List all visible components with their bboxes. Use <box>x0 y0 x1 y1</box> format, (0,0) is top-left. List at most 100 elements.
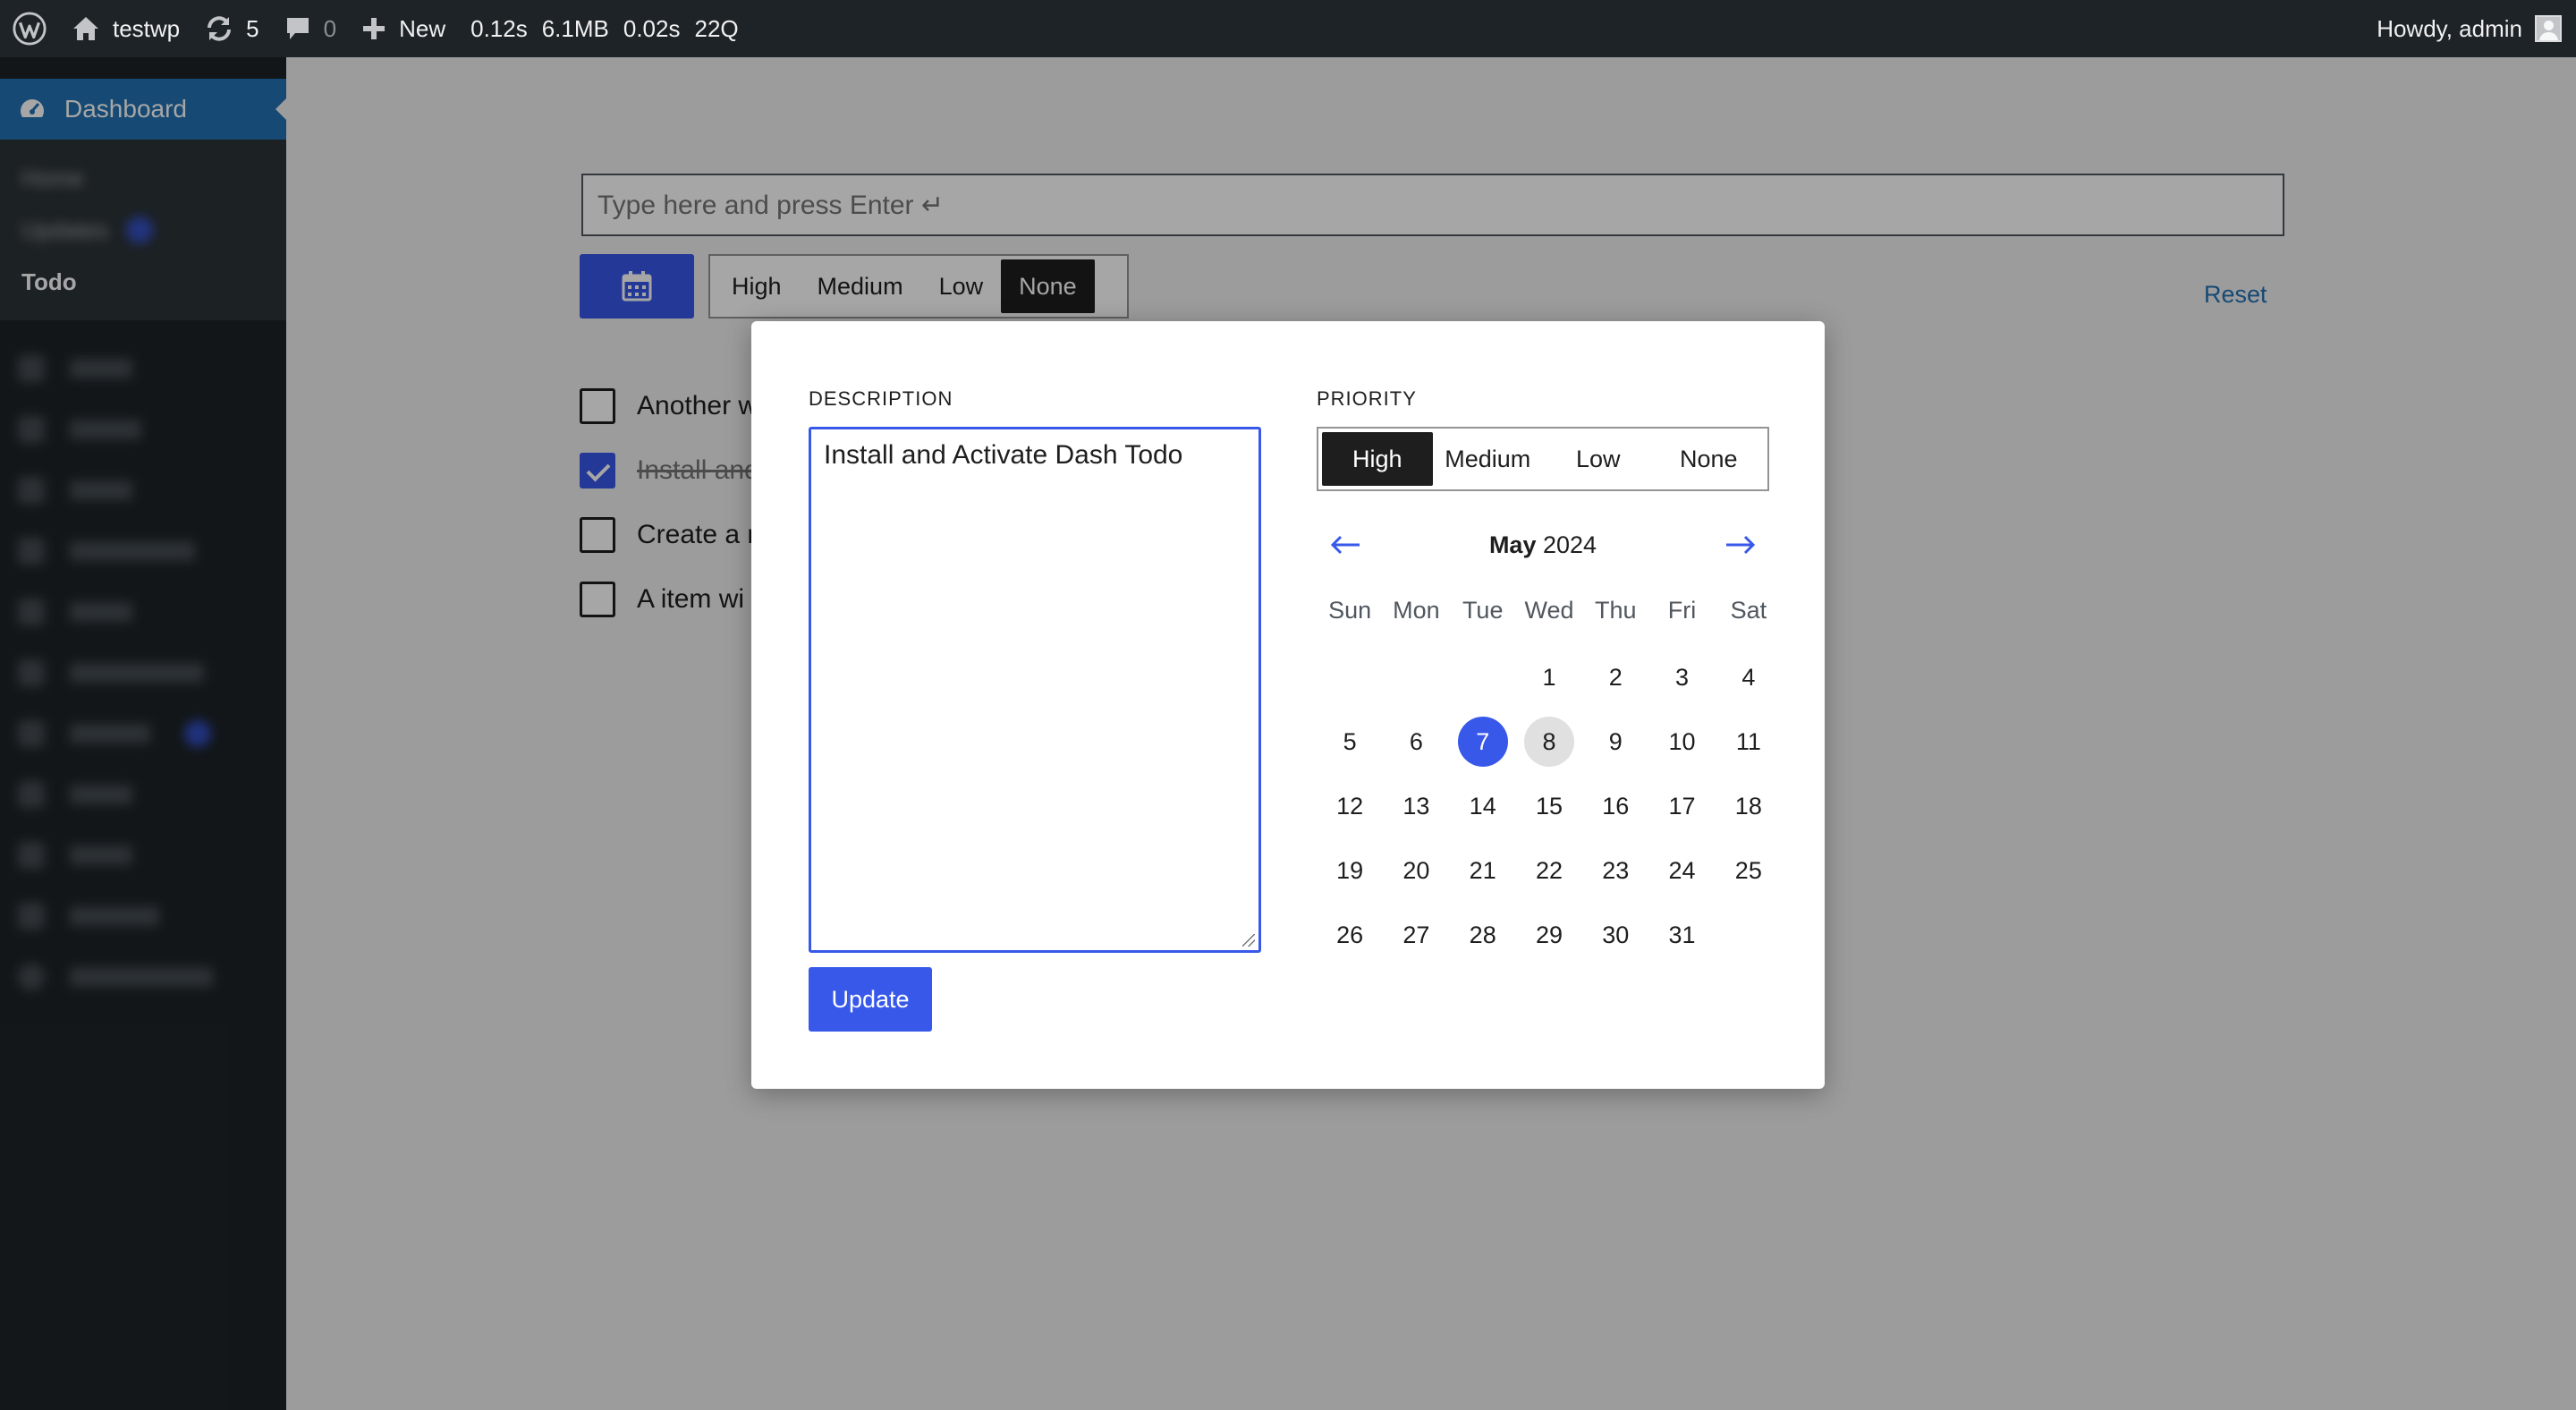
calendar-day-cell[interactable]: 4 <box>1716 645 1782 709</box>
calendar-day-cell[interactable]: 27 <box>1383 903 1449 967</box>
my-account[interactable]: Howdy, admin <box>2377 15 2576 43</box>
calendar-day-cell[interactable]: 23 <box>1582 838 1648 903</box>
calendar-grid: Sun Mon Tue Wed Thu Fri Sat 1 2 3 4 5 6 7 8 9 10 1… <box>1317 581 1782 967</box>
calendar-day-cell[interactable]: 6 <box>1383 709 1449 774</box>
calendar-day-cell[interactable]: 24 <box>1648 838 1715 903</box>
calendar-day-cell[interactable]: 20 <box>1383 838 1449 903</box>
modal-priority-low[interactable]: Low <box>1543 432 1654 486</box>
calendar-day-cell[interactable]: 9 <box>1582 709 1648 774</box>
calendar-day: 27 <box>1402 921 1430 948</box>
query-monitor-stats[interactable]: 0.12s 6.1MB 0.02s 22Q <box>458 0 751 57</box>
weekday-label: Thu <box>1595 596 1637 624</box>
plus-icon <box>361 16 386 41</box>
calendar-day-cell[interactable]: 25 <box>1716 838 1782 903</box>
modal-priority-none[interactable]: None <box>1654 432 1765 486</box>
calendar-week-row: 1 2 3 4 <box>1317 645 1782 709</box>
description-label: DESCRIPTION <box>809 387 953 410</box>
calendar-day: 1 <box>1542 663 1556 691</box>
calendar-empty-cell <box>1450 645 1516 709</box>
comments-link[interactable]: 0 <box>272 0 349 57</box>
calendar-day-cell[interactable]: 29 <box>1516 903 1582 967</box>
calendar-day: 21 <box>1469 856 1496 884</box>
previous-month-button[interactable] <box>1317 516 1374 573</box>
description-textarea[interactable]: Install and Activate Dash Todo <box>809 427 1261 953</box>
updates-link[interactable]: 5 <box>192 0 271 57</box>
calendar-day: 4 <box>1741 663 1756 691</box>
weekday-label: Tue <box>1462 596 1504 624</box>
calendar-day-cell[interactable]: 16 <box>1582 774 1648 838</box>
calendar-day: 23 <box>1602 856 1630 884</box>
selected-day: 7 <box>1457 717 1508 767</box>
calendar-day-cell[interactable]: 14 <box>1450 774 1516 838</box>
calendar-day-cell[interactable]: 12 <box>1317 774 1383 838</box>
calendar-day-cell[interactable]: 1 <box>1516 645 1582 709</box>
calendar-day: 2 <box>1608 663 1623 691</box>
edit-todo-modal: DESCRIPTION Install and Activate Dash To… <box>751 321 1825 1089</box>
calendar-day-cell[interactable]: 15 <box>1516 774 1582 838</box>
calendar-day: 3 <box>1675 663 1690 691</box>
calendar-day: 8 <box>1523 717 1574 767</box>
wordpress-logo-icon[interactable] <box>0 0 59 57</box>
calendar-day-cell[interactable]: 2 <box>1582 645 1648 709</box>
calendar-day-cell[interactable]: 26 <box>1317 903 1383 967</box>
new-label: New <box>399 14 446 42</box>
modal-priority-high[interactable]: High <box>1322 432 1433 486</box>
calendar-day: 13 <box>1402 792 1430 820</box>
calendar-month-year: May 2024 <box>1489 531 1597 559</box>
calendar-day-cell[interactable]: 30 <box>1582 903 1648 967</box>
calendar-day: 26 <box>1336 921 1364 948</box>
calendar-day-cell[interactable]: 28 <box>1450 903 1516 967</box>
modal-priority-medium[interactable]: Medium <box>1433 432 1544 486</box>
weekday-label: Sun <box>1328 596 1372 624</box>
calendar-empty-cell <box>1383 645 1449 709</box>
updates-count: 5 <box>246 14 259 42</box>
comments-count: 0 <box>323 14 337 42</box>
site-name: testwp <box>113 14 181 42</box>
perf-time: 0.12s <box>470 14 528 42</box>
calendar-day: 12 <box>1336 792 1364 820</box>
arrow-right-icon <box>1726 535 1756 555</box>
calendar-day-cell[interactable]: 19 <box>1317 838 1383 903</box>
calendar-day-cell[interactable]: 17 <box>1648 774 1715 838</box>
weekday-label: Wed <box>1524 596 1574 624</box>
calendar-day: 30 <box>1602 921 1630 948</box>
perf-memory: 6.1MB <box>541 14 609 42</box>
home-icon <box>72 15 100 42</box>
avatar <box>2535 15 2562 42</box>
calendar-empty-cell <box>1716 903 1782 967</box>
calendar-day-cell[interactable]: 22 <box>1516 838 1582 903</box>
calendar-day-cell[interactable]: 18 <box>1716 774 1782 838</box>
calendar-day: 15 <box>1535 792 1563 820</box>
resize-handle[interactable] <box>1242 934 1255 947</box>
calendar-day-cell[interactable]: 5 <box>1317 709 1383 774</box>
weekday-row: Sun Mon Tue Wed Thu Fri Sat <box>1317 581 1782 645</box>
calendar-day: 11 <box>1735 727 1761 755</box>
calendar-day: 24 <box>1668 856 1696 884</box>
calendar-week-row: 26 27 28 29 30 31 <box>1317 903 1782 967</box>
modal-priority-toggle-group: High Medium Low None <box>1317 427 1769 491</box>
update-button[interactable]: Update <box>809 967 932 1032</box>
calendar-day: 31 <box>1668 921 1696 948</box>
calendar-day: 6 <box>1409 727 1423 755</box>
new-content-link[interactable]: New <box>349 0 458 57</box>
calendar-day: 10 <box>1668 727 1696 755</box>
site-name-link[interactable]: testwp <box>59 0 192 57</box>
refresh-icon <box>205 15 233 42</box>
next-month-button[interactable] <box>1712 516 1769 573</box>
calendar-header: May 2024 <box>1317 516 1769 573</box>
calendar-day-cell[interactable]: 21 <box>1450 838 1516 903</box>
calendar-day-cell[interactable]: 13 <box>1383 774 1449 838</box>
calendar-day: 25 <box>1734 856 1762 884</box>
calendar-day-cell[interactable]: 3 <box>1648 645 1715 709</box>
calendar-day-cell[interactable]: 8 <box>1516 709 1582 774</box>
calendar-week-row: 5 6 7 8 9 10 11 <box>1317 709 1782 774</box>
calendar-day-cell[interactable]: 10 <box>1648 709 1715 774</box>
arrow-left-icon <box>1330 535 1360 555</box>
calendar-day-cell[interactable]: 7 <box>1450 709 1516 774</box>
perf-queries: 22Q <box>694 14 739 42</box>
calendar-day-cell[interactable]: 11 <box>1716 709 1782 774</box>
calendar-day-cell[interactable]: 31 <box>1648 903 1715 967</box>
calendar-week-row: 12 13 14 15 16 17 18 <box>1317 774 1782 838</box>
howdy-text: Howdy, admin <box>2377 14 2522 42</box>
calendar-empty-cell <box>1317 645 1383 709</box>
